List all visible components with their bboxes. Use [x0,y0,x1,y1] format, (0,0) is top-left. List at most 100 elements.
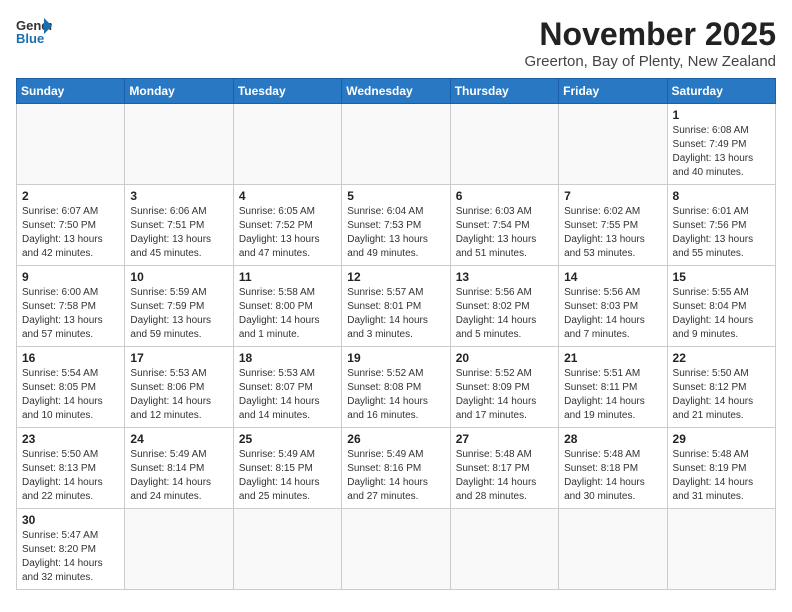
day-number: 22 [673,351,770,365]
calendar-cell [17,104,125,185]
calendar-cell: 28 Sunrise: 5:48 AM Sunset: 8:18 PM Dayli… [559,428,667,509]
calendar-cell [125,104,233,185]
day-info: Sunrise: 6:08 AM Sunset: 7:49 PM Dayligh… [673,124,770,180]
day-number: 10 [130,270,227,284]
day-info: Sunrise: 5:47 AM Sunset: 8:20 PM Dayligh… [22,529,119,585]
day-info: Sunrise: 5:53 AM Sunset: 8:06 PM Dayligh… [130,367,227,423]
col-header-saturday: Saturday [667,79,775,104]
day-number: 19 [347,351,444,365]
day-number: 25 [239,432,336,446]
calendar-cell: 9Sunrise: 6:00 AM Sunset: 7:58 PM Daylig… [17,266,125,347]
day-info: Sunrise: 6:00 AM Sunset: 7:58 PM Dayligh… [22,286,119,342]
title-block: November 2025 Greerton, Bay of Plenty, N… [524,16,776,70]
calendar-cell: 22 Sunrise: 5:50 AM Sunset: 8:12 PM Dayli… [667,347,775,428]
day-info: Sunrise: 5:48 AM Sunset: 8:18 PM Dayligh… [564,448,661,504]
calendar-cell: 16Sunrise: 5:54 AM Sunset: 8:05 PM Dayli… [17,347,125,428]
calendar-cell: 26 Sunrise: 5:49 AM Sunset: 8:16 PM Dayli… [342,428,450,509]
calendar-cell [450,509,558,590]
calendar-cell: 14 Sunrise: 5:56 AM Sunset: 8:03 PM Dayli… [559,266,667,347]
day-number: 3 [130,189,227,203]
day-number: 14 [564,270,661,284]
calendar-cell [450,104,558,185]
calendar-cell [667,509,775,590]
day-info: Sunrise: 6:02 AM Sunset: 7:55 PM Dayligh… [564,205,661,261]
calendar-cell: 8Sunrise: 6:01 AM Sunset: 7:56 PM Daylig… [667,185,775,266]
day-number: 30 [22,513,119,527]
day-number: 23 [22,432,119,446]
day-info: Sunrise: 5:50 AM Sunset: 8:13 PM Dayligh… [22,448,119,504]
svg-text:Blue: Blue [16,31,44,46]
location: Greerton, Bay of Plenty, New Zealand [524,53,776,70]
day-number: 21 [564,351,661,365]
col-header-friday: Friday [559,79,667,104]
day-info: Sunrise: 5:48 AM Sunset: 8:19 PM Dayligh… [673,448,770,504]
calendar-cell: 30 Sunrise: 5:47 AM Sunset: 8:20 PM Dayli… [17,509,125,590]
day-info: Sunrise: 6:07 AM Sunset: 7:50 PM Dayligh… [22,205,119,261]
calendar-cell: 20Sunrise: 5:52 AM Sunset: 8:09 PM Dayli… [450,347,558,428]
calendar-cell: 21 Sunrise: 5:51 AM Sunset: 8:11 PM Dayli… [559,347,667,428]
day-number: 27 [456,432,553,446]
calendar-cell: 3 Sunrise: 6:06 AM Sunset: 7:51 PM Daylig… [125,185,233,266]
calendar-cell: 27Sunrise: 5:48 AM Sunset: 8:17 PM Dayli… [450,428,558,509]
page-header: General Blue November 2025 Greerton, Bay… [16,16,776,70]
calendar-cell: 24Sunrise: 5:49 AM Sunset: 8:14 PM Dayli… [125,428,233,509]
calendar-week-1: 1Sunrise: 6:08 AM Sunset: 7:49 PM Daylig… [17,104,776,185]
day-number: 16 [22,351,119,365]
calendar-cell: 15Sunrise: 5:55 AM Sunset: 8:04 PM Dayli… [667,266,775,347]
day-info: Sunrise: 5:59 AM Sunset: 7:59 PM Dayligh… [130,286,227,342]
calendar-cell: 18 Sunrise: 5:53 AM Sunset: 8:07 PM Dayli… [233,347,341,428]
day-info: Sunrise: 5:56 AM Sunset: 8:02 PM Dayligh… [456,286,553,342]
day-number: 28 [564,432,661,446]
calendar-cell [233,509,341,590]
day-info: Sunrise: 5:49 AM Sunset: 8:16 PM Dayligh… [347,448,444,504]
calendar-cell: 13Sunrise: 5:56 AM Sunset: 8:02 PM Dayli… [450,266,558,347]
calendar-cell: 5Sunrise: 6:04 AM Sunset: 7:53 PM Daylig… [342,185,450,266]
col-header-thursday: Thursday [450,79,558,104]
day-number: 20 [456,351,553,365]
day-number: 7 [564,189,661,203]
col-header-sunday: Sunday [17,79,125,104]
day-info: Sunrise: 5:49 AM Sunset: 8:14 PM Dayligh… [130,448,227,504]
day-number: 2 [22,189,119,203]
day-number: 4 [239,189,336,203]
calendar-cell: 2 Sunrise: 6:07 AM Sunset: 7:50 PM Daylig… [17,185,125,266]
calendar-week-2: 2 Sunrise: 6:07 AM Sunset: 7:50 PM Daylig… [17,185,776,266]
calendar-table: SundayMondayTuesdayWednesdayThursdayFrid… [16,78,776,590]
logo: General Blue [16,16,52,46]
calendar-cell: 17 Sunrise: 5:53 AM Sunset: 8:06 PM Dayli… [125,347,233,428]
calendar-cell: 11Sunrise: 5:58 AM Sunset: 8:00 PM Dayli… [233,266,341,347]
calendar-cell: 29 Sunrise: 5:48 AM Sunset: 8:19 PM Dayli… [667,428,775,509]
day-number: 29 [673,432,770,446]
calendar-week-5: 23 Sunrise: 5:50 AM Sunset: 8:13 PM Dayli… [17,428,776,509]
day-info: Sunrise: 5:56 AM Sunset: 8:03 PM Dayligh… [564,286,661,342]
day-info: Sunrise: 5:50 AM Sunset: 8:12 PM Dayligh… [673,367,770,423]
day-info: Sunrise: 6:05 AM Sunset: 7:52 PM Dayligh… [239,205,336,261]
calendar-cell: 19 Sunrise: 5:52 AM Sunset: 8:08 PM Dayli… [342,347,450,428]
day-info: Sunrise: 6:04 AM Sunset: 7:53 PM Dayligh… [347,205,444,261]
day-info: Sunrise: 6:06 AM Sunset: 7:51 PM Dayligh… [130,205,227,261]
calendar-cell: 6 Sunrise: 6:03 AM Sunset: 7:54 PM Daylig… [450,185,558,266]
month-title: November 2025 [524,16,776,53]
day-info: Sunrise: 6:01 AM Sunset: 7:56 PM Dayligh… [673,205,770,261]
calendar-cell [342,104,450,185]
calendar-cell [559,509,667,590]
day-info: Sunrise: 6:03 AM Sunset: 7:54 PM Dayligh… [456,205,553,261]
day-number: 6 [456,189,553,203]
calendar-cell: 1Sunrise: 6:08 AM Sunset: 7:49 PM Daylig… [667,104,775,185]
calendar-cell [342,509,450,590]
calendar-cell: 7 Sunrise: 6:02 AM Sunset: 7:55 PM Daylig… [559,185,667,266]
calendar-cell [125,509,233,590]
calendar-cell [559,104,667,185]
day-number: 18 [239,351,336,365]
col-header-monday: Monday [125,79,233,104]
day-number: 11 [239,270,336,284]
calendar-week-3: 9Sunrise: 6:00 AM Sunset: 7:58 PM Daylig… [17,266,776,347]
day-number: 26 [347,432,444,446]
day-info: Sunrise: 5:51 AM Sunset: 8:11 PM Dayligh… [564,367,661,423]
day-info: Sunrise: 5:53 AM Sunset: 8:07 PM Dayligh… [239,367,336,423]
calendar-header-row: SundayMondayTuesdayWednesdayThursdayFrid… [17,79,776,104]
calendar-week-6: 30 Sunrise: 5:47 AM Sunset: 8:20 PM Dayli… [17,509,776,590]
day-number: 17 [130,351,227,365]
day-number: 12 [347,270,444,284]
day-info: Sunrise: 5:52 AM Sunset: 8:08 PM Dayligh… [347,367,444,423]
